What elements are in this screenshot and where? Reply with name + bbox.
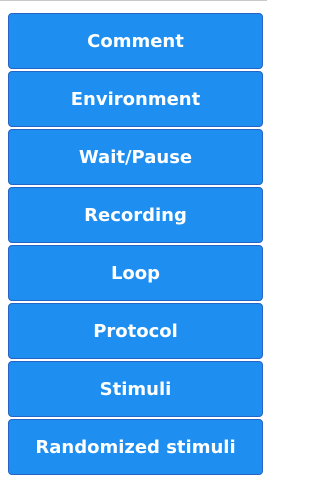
protocol-element-button-list: Comment Environment Wait/Pause Recording… <box>8 13 263 475</box>
protocol-button[interactable]: Protocol <box>8 303 263 359</box>
recording-button[interactable]: Recording <box>8 187 263 243</box>
environment-button[interactable]: Environment <box>8 71 263 127</box>
comment-button[interactable]: Comment <box>8 13 263 69</box>
top-border-line <box>0 0 267 1</box>
loop-button[interactable]: Loop <box>8 245 263 301</box>
wait-pause-button[interactable]: Wait/Pause <box>8 129 263 185</box>
stimuli-button[interactable]: Stimuli <box>8 361 263 417</box>
randomized-stimuli-button[interactable]: Randomized stimuli <box>8 419 263 475</box>
